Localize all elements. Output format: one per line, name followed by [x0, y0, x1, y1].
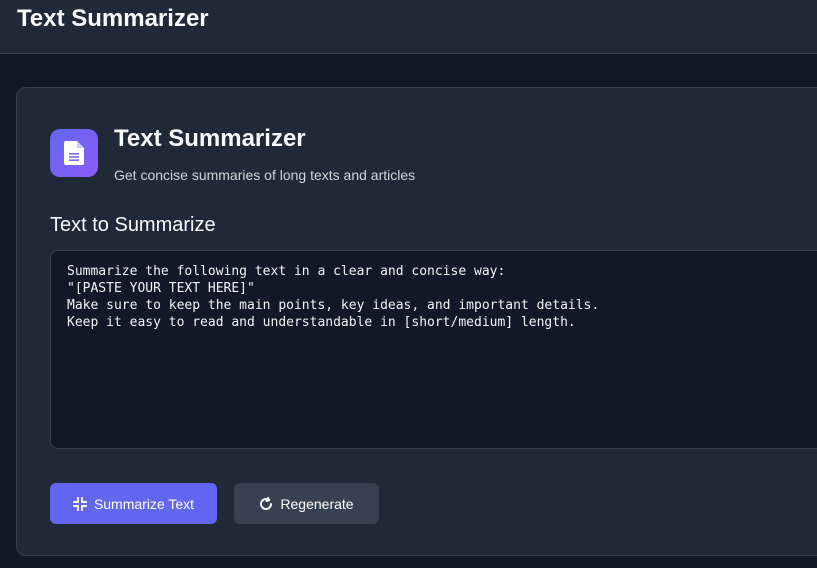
summarize-button-label: Summarize Text [93, 495, 195, 512]
summarizer-card: Text Summarizer Get concise summaries of… [16, 87, 817, 556]
app-title: Text Summarizer [17, 5, 209, 32]
regenerate-button-label: Regenerate [280, 495, 354, 512]
regenerate-button[interactable]: Regenerate [234, 483, 379, 524]
refresh-icon [259, 496, 273, 511]
tool-title: Text Summarizer [114, 125, 306, 152]
compress-icon [72, 496, 87, 511]
document-icon [50, 129, 98, 177]
top-bar: Text Summarizer [0, 0, 817, 54]
text-input-area[interactable]: Summarize the following text in a clear … [50, 250, 817, 449]
tool-subtitle: Get concise summaries of long texts and … [114, 167, 416, 183]
text-field-label: Text to Summarize [50, 214, 216, 236]
summarize-button[interactable]: Summarize Text [50, 483, 217, 524]
